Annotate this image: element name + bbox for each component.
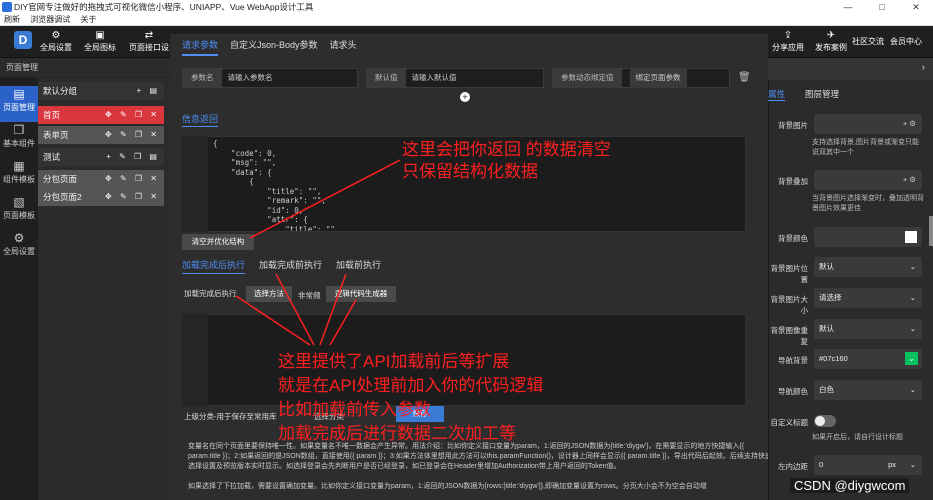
custom-title-label: 自定义标题 [770, 418, 809, 427]
bg-repeat-select[interactable]: 默认 ⌄ [814, 319, 922, 339]
nav-bg-field[interactable]: #07c160 ⌄ [814, 349, 922, 369]
tab-properties[interactable]: 属性 [768, 88, 786, 101]
bg-size-label: 背景图片大小 [770, 295, 809, 315]
chevron-down-icon: ⌄ [909, 460, 916, 469]
bg-overlay-label: 背景叠加 [778, 177, 808, 186]
color-swatch[interactable] [905, 231, 917, 243]
nav-color-swatch[interactable]: ⌄ [905, 352, 918, 365]
bg-image-field[interactable]: + ⚙ [814, 114, 922, 134]
bg-size-select[interactable]: 请选择 ⌄ [814, 288, 922, 308]
bg-repeat-label: 背景图像重复 [770, 326, 809, 346]
nav-color-select[interactable]: 白色 ⌄ [814, 380, 922, 400]
upload-icon[interactable]: + ⚙ [903, 114, 916, 134]
chevron-down-icon: ⌄ [909, 385, 916, 394]
chevron-down-icon: ⌄ [909, 293, 916, 302]
bg-image-hint: 支持选择背景,图片背景或渐变只能说双其中一个 [812, 139, 919, 156]
chevron-right-icon[interactable]: › [922, 62, 925, 73]
bg-position-label: 背景图片位置 [770, 264, 809, 284]
bg-overlay-hint: 当背景图片选择渐变时，叠加透明背景图片效果更佳 [812, 195, 924, 212]
bg-image-label: 背景图片 [778, 121, 808, 130]
scrollbar[interactable] [929, 216, 933, 246]
custom-title-hint: 如果开启后，请自行设计标题 [812, 434, 903, 441]
tab-layers[interactable]: 图层管理 [805, 88, 839, 101]
arrow-to-tab3 [319, 273, 347, 346]
bg-overlay-field[interactable]: + ⚙ [814, 170, 922, 190]
padding-left-input[interactable]: 0 px ⌄ [814, 455, 922, 475]
bg-position-select[interactable]: 默认 ⌄ [814, 257, 922, 277]
arrow-to-after [235, 295, 311, 346]
bg-color-field[interactable] [814, 227, 922, 247]
property-header: › [768, 58, 933, 80]
custom-title-toggle[interactable] [814, 415, 836, 427]
nav-color-label: 导航颜色 [778, 387, 808, 396]
chevron-down-icon: ⌄ [909, 324, 916, 333]
nav-bg-label: 导航背景 [778, 356, 808, 365]
padding-left-label: 左内边距 [778, 462, 808, 471]
bg-color-label: 背景颜色 [778, 234, 808, 243]
watermark: CSDN @diygwcom [790, 478, 910, 493]
property-tabs: 属性 图层管理 [768, 88, 839, 101]
upload-icon[interactable]: + ⚙ [903, 170, 916, 190]
chevron-down-icon: ⌄ [909, 262, 916, 271]
arrow-to-clear [249, 159, 401, 239]
